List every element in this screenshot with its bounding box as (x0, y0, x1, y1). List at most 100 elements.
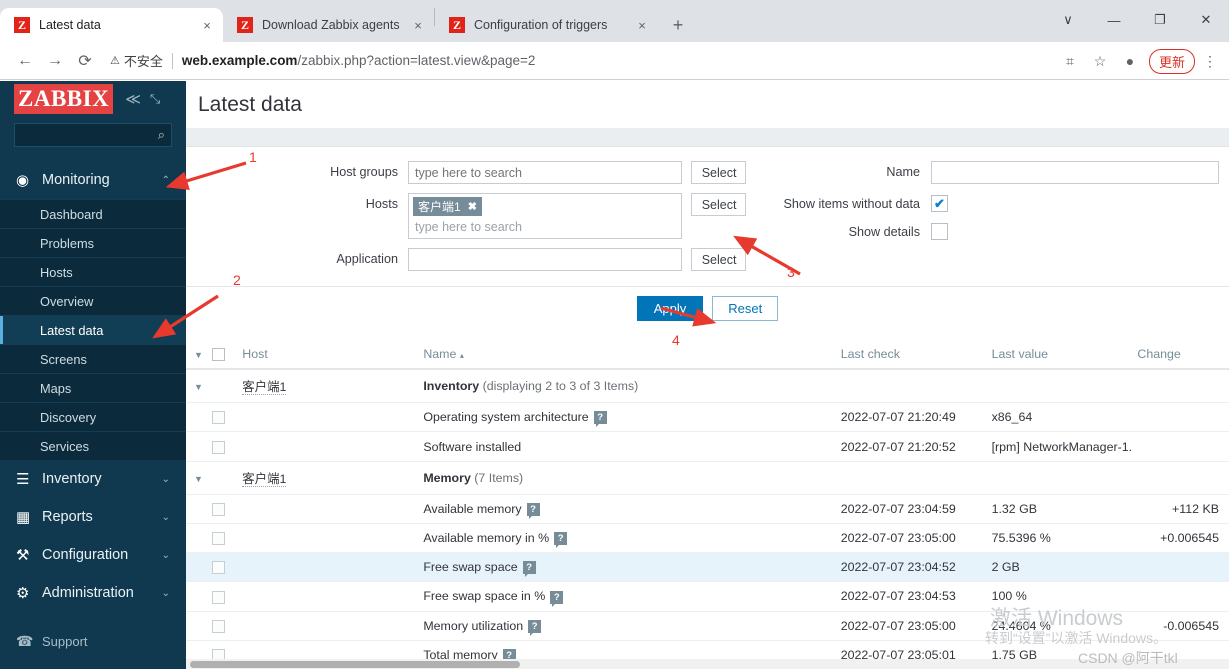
bookmark-star-icon[interactable]: ☆ (1085, 46, 1115, 76)
row-checkbox[interactable] (212, 532, 226, 546)
sidebar-item-support[interactable]: ☎ Support (0, 626, 186, 656)
row-name-cell[interactable]: Available memory in %? (419, 523, 837, 554)
browser-tab-configuration-of-triggers[interactable]: Z Configuration of triggers × (435, 8, 658, 42)
reset-button[interactable]: Reset (712, 296, 779, 321)
reload-icon[interactable]: ⟳ (70, 46, 100, 76)
column-name[interactable]: Name ▴ (419, 340, 837, 371)
row-checkbox[interactable] (212, 561, 226, 575)
chevron-down-icon[interactable]: ▼ (194, 350, 203, 360)
tab-close-icon[interactable]: × (199, 18, 215, 33)
hosts-input-placeholder[interactable]: type here to search (413, 218, 677, 236)
kiosk-mode-icon[interactable]: ⤡ (150, 91, 160, 107)
help-hint-icon[interactable]: ? (550, 590, 564, 607)
row-name-cell[interactable]: Free swap space in %? (419, 581, 837, 612)
application-select-button[interactable]: Select (690, 248, 746, 271)
horizontal-scrollbar[interactable] (186, 659, 1229, 669)
host-groups-input[interactable] (408, 161, 682, 184)
row-name-cell[interactable]: Operating system architecture? (419, 402, 837, 433)
forward-icon[interactable]: → (40, 46, 70, 76)
expand-all-header[interactable]: ▼ (186, 340, 209, 371)
group-host-cell[interactable]: 客户端1 (238, 461, 420, 495)
chevron-down-icon[interactable]: ⌄ (162, 512, 170, 523)
sidebar-item-configuration[interactable]: ⚒ Configuration ⌄ (0, 536, 186, 574)
name-input[interactable] (931, 161, 1219, 184)
group-host-cell[interactable]: 客户端1 (238, 369, 420, 404)
row-name-cell[interactable]: Free swap space? (419, 552, 837, 583)
sidebar-item-overview[interactable]: Overview (0, 286, 186, 315)
window-close-icon[interactable]: ✕ (1183, 0, 1229, 40)
row-checkbox-cell[interactable] (208, 552, 239, 583)
browser-tab-latest-data[interactable]: Z Latest data × (0, 8, 223, 42)
window-minimize-icon[interactable]: — (1091, 0, 1137, 40)
new-tab-button[interactable]: + (664, 11, 692, 39)
help-hint-icon[interactable]: ? (526, 502, 540, 519)
table-row[interactable]: Available memory? 2022-07-07 23:04:59 1.… (186, 494, 1229, 524)
application-input[interactable] (408, 248, 682, 271)
table-row[interactable]: Available memory in %? 2022-07-07 23:05:… (186, 523, 1229, 554)
chevron-up-icon[interactable]: ⌃ (162, 175, 170, 186)
host-groups-select-button[interactable]: Select (690, 161, 746, 184)
zabbix-logo[interactable]: ZABBIX (14, 84, 114, 114)
update-button[interactable]: 更新 (1148, 48, 1195, 74)
sidebar-item-discovery[interactable]: Discovery (0, 402, 186, 431)
hosts-select-button[interactable]: Select (690, 193, 746, 216)
row-checkbox-cell[interactable] (208, 494, 239, 524)
row-name-cell[interactable]: Available memory? (419, 494, 837, 524)
row-checkbox[interactable] (212, 411, 226, 425)
sidebar-item-problems[interactable]: Problems (0, 228, 186, 257)
url-input[interactable]: web.example.com/zabbix.php?action=latest… (182, 53, 535, 68)
scrollbar-thumb[interactable] (190, 661, 520, 668)
sidebar-item-monitoring[interactable]: ◉ Monitoring ⌃ (0, 161, 186, 199)
table-row[interactable]: Software installed 2022-07-07 21:20:52 [… (186, 431, 1229, 462)
chevron-down-icon[interactable]: ⌄ (162, 474, 170, 485)
help-hint-icon[interactable]: ? (522, 561, 536, 578)
sidebar-item-inventory[interactable]: ☰ Inventory ⌄ (0, 460, 186, 498)
row-checkbox-cell[interactable] (208, 431, 239, 462)
help-hint-icon[interactable]: ? (593, 411, 607, 428)
row-name-cell[interactable]: Memory utilization? (419, 611, 837, 641)
row-checkbox[interactable] (212, 590, 226, 604)
window-expand-icon[interactable]: ∨ (1045, 0, 1091, 40)
back-icon[interactable]: ← (10, 46, 40, 76)
show-details-checkbox[interactable] (931, 223, 948, 240)
column-host[interactable]: Host (238, 340, 420, 371)
table-row[interactable]: Free swap space in %? 2022-07-07 23:04:5… (186, 581, 1229, 612)
sidebar-item-screens[interactable]: Screens (0, 344, 186, 373)
window-maximize-icon[interactable]: ❐ (1137, 0, 1183, 40)
security-indicator[interactable]: ⚠ 不安全 (110, 51, 163, 70)
row-checkbox-cell[interactable] (208, 402, 239, 433)
chevron-down-icon[interactable]: ▼ (194, 474, 203, 484)
chevron-down-icon[interactable]: ⌄ (162, 550, 170, 561)
group-expand-cell[interactable]: ▼ (186, 461, 209, 495)
row-checkbox-cell[interactable] (208, 581, 239, 612)
column-last-check[interactable]: Last check (836, 340, 988, 371)
sidebar-item-hosts[interactable]: Hosts (0, 257, 186, 286)
sidebar-item-administration[interactable]: ⚙ Administration ⌄ (0, 574, 186, 612)
help-hint-icon[interactable]: ? (528, 619, 542, 636)
row-checkbox[interactable] (212, 440, 226, 454)
chevron-down-icon[interactable]: ▼ (194, 382, 203, 392)
tab-close-icon[interactable]: × (410, 18, 426, 33)
sidebar-item-reports[interactable]: ▦ Reports ⌄ (0, 498, 186, 536)
row-name-cell[interactable]: Software installed (419, 431, 837, 462)
row-checkbox[interactable] (212, 619, 226, 633)
help-hint-icon[interactable]: ? (554, 532, 568, 549)
group-expand-cell[interactable]: ▼ (186, 369, 209, 404)
host-link[interactable]: 客户端1 (242, 471, 287, 487)
row-checkbox[interactable] (212, 502, 226, 516)
table-row[interactable]: Operating system architecture? 2022-07-0… (186, 402, 1229, 433)
chevron-down-icon[interactable]: ⌄ (162, 588, 170, 599)
host-chip[interactable]: 客户端1 ✖ (413, 197, 482, 216)
select-all-checkbox[interactable] (212, 348, 226, 362)
browser-tab-download-zabbix-agents[interactable]: Z Download Zabbix agents × (223, 8, 434, 42)
sidebar-search-input[interactable]: ⌕ (14, 123, 172, 147)
sidebar-item-dashboard[interactable]: Dashboard (0, 199, 186, 228)
sidebar-item-services[interactable]: Services (0, 431, 186, 460)
table-row[interactable]: Memory utilization? 2022-07-07 23:05:00 … (186, 611, 1229, 641)
sidebar-collapse-icon[interactable]: ≪ (125, 90, 141, 108)
apply-button[interactable]: Apply (636, 296, 704, 321)
browser-menu-icon[interactable]: ⋮ (1195, 46, 1225, 76)
sidebar-item-latest-data[interactable]: Latest data (0, 315, 186, 344)
table-row[interactable]: Free swap space? 2022-07-07 23:04:52 2 G… (186, 552, 1229, 583)
show-items-without-data-checkbox[interactable]: ✔ (931, 195, 948, 212)
